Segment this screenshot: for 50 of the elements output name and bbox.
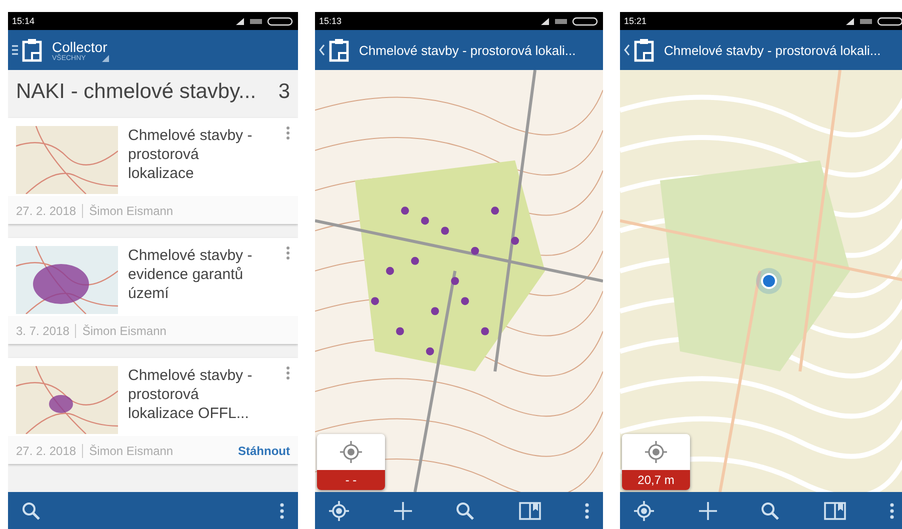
signal-battery-icon bbox=[539, 16, 599, 26]
more-options-icon[interactable] bbox=[286, 366, 290, 380]
map-date: 27. 2. 2018 bbox=[16, 444, 76, 458]
map-count: 3 bbox=[278, 80, 290, 104]
clipboard-icon bbox=[634, 38, 654, 62]
target-icon bbox=[645, 441, 667, 463]
more-options-icon[interactable] bbox=[286, 246, 290, 260]
app-title: Collector bbox=[52, 38, 108, 54]
clipboard-icon bbox=[22, 38, 42, 62]
back-chevron-icon[interactable] bbox=[624, 44, 630, 56]
signal-battery-icon bbox=[234, 16, 294, 26]
map-author: Šimon Eismann bbox=[89, 444, 174, 458]
more-options-icon[interactable] bbox=[280, 502, 284, 518]
target-icon bbox=[340, 441, 362, 463]
status-time: 15:21 bbox=[624, 16, 647, 26]
locate-icon[interactable] bbox=[329, 500, 349, 520]
add-icon[interactable] bbox=[698, 502, 716, 520]
bookmarks-icon[interactable] bbox=[518, 502, 540, 520]
app-title: Chmelové stavby - prostorová lokali... bbox=[359, 42, 576, 58]
menu-icon[interactable] bbox=[12, 44, 18, 56]
accuracy-reading: - - bbox=[317, 470, 385, 490]
status-time: 15:14 bbox=[12, 16, 35, 26]
clipboard-icon bbox=[329, 38, 349, 62]
bookmarks-icon[interactable] bbox=[824, 502, 846, 520]
map-title: Chmelové stavby - evidence garantů území bbox=[128, 246, 254, 303]
accuracy-reading: 20,7 m bbox=[622, 470, 690, 490]
app-title: Chmelové stavby - prostorová lokali... bbox=[664, 42, 881, 58]
map-card[interactable]: Chmelové stavby - evidence garantů území 3. 7. 2018 Šimon Eismann bbox=[8, 238, 298, 344]
map-card[interactable]: Chmelové stavby - prostorová lokalizace 27. 2. 2018 Šimon Eismann bbox=[8, 118, 298, 224]
more-options-icon[interactable] bbox=[286, 126, 290, 140]
back-chevron-icon[interactable] bbox=[319, 44, 325, 56]
search-icon[interactable] bbox=[761, 502, 779, 520]
map-date: 3. 7. 2018 bbox=[16, 324, 70, 338]
locate-icon[interactable] bbox=[634, 500, 654, 520]
search-icon[interactable] bbox=[22, 502, 40, 520]
map-card[interactable]: Chmelové stavby - prostorová lokalizace OFFL... 27. 2. 2018 Šimon Eismann Stáhnout bbox=[8, 358, 298, 464]
map-title: Chmelové stavby - prostorová lokalizace OFFL... bbox=[128, 366, 254, 423]
map-author: Šimon Eismann bbox=[82, 324, 166, 338]
group-title: NAKI - chmelové stavby... bbox=[16, 80, 256, 104]
map-date: 27. 2. 2018 bbox=[16, 204, 76, 218]
map-title: Chmelové stavby - prostorová lokalizace bbox=[128, 126, 254, 183]
search-icon[interactable] bbox=[456, 502, 474, 520]
more-options-icon[interactable] bbox=[890, 502, 894, 518]
dropdown-caret-icon[interactable] bbox=[102, 54, 109, 62]
download-link[interactable]: Stáhnout bbox=[238, 444, 290, 458]
add-icon[interactable] bbox=[394, 502, 412, 520]
signal-battery-icon bbox=[844, 16, 902, 26]
map-author: Šimon Eismann bbox=[89, 204, 174, 218]
more-options-icon[interactable] bbox=[585, 502, 589, 518]
status-time: 15:13 bbox=[319, 16, 342, 26]
